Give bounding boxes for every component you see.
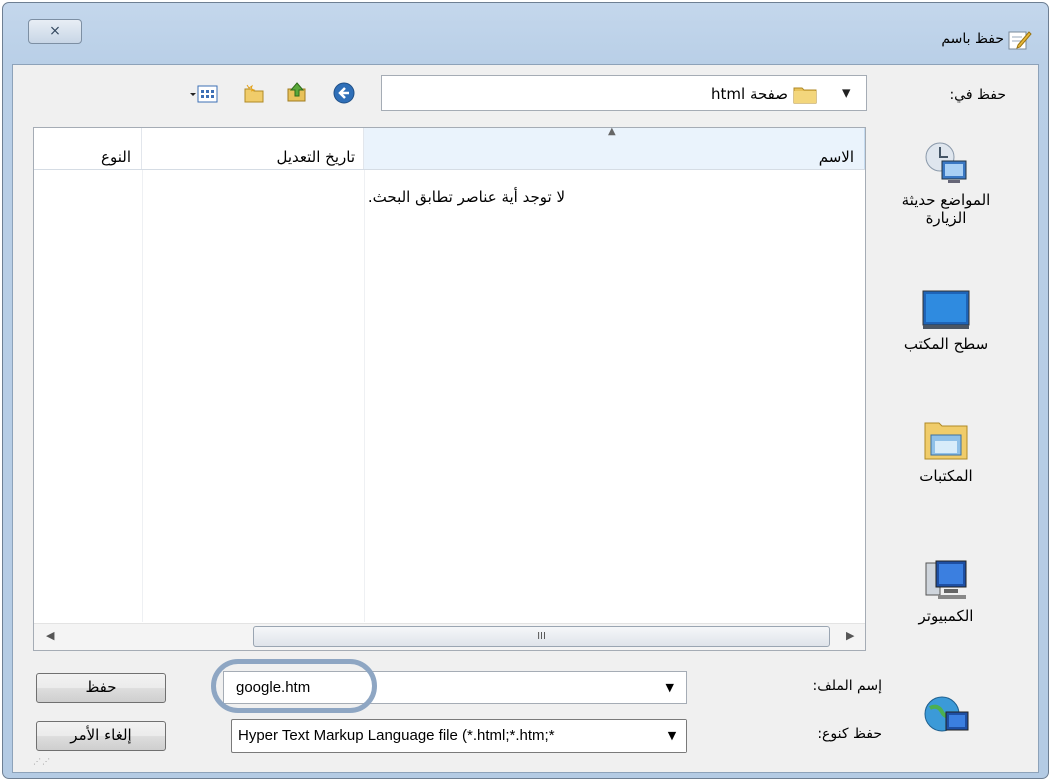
place-recent[interactable]: المواضع حديثة الزيارة: [887, 139, 1005, 227]
chevron-down-icon[interactable]: ▼: [842, 87, 850, 100]
column-divider: [142, 170, 143, 622]
scroll-left-icon[interactable]: ◀: [46, 629, 54, 642]
libraries-icon: [924, 422, 968, 460]
empty-message: لا توجد أية عناصر تطابق البحث.: [367, 188, 565, 206]
new-folder-icon[interactable]: [243, 83, 265, 105]
column-type-label: النوع: [101, 148, 131, 166]
file-name-label: إسم الملف:: [812, 678, 882, 694]
header-divider: [34, 169, 865, 170]
horizontal-scrollbar[interactable]: ◀ III ▶: [34, 623, 865, 650]
sort-ascending-icon: ▲: [608, 126, 616, 137]
chevron-down-icon[interactable]: ▼: [666, 681, 674, 694]
save-in-label: حفظ في:: [949, 87, 1006, 103]
dialog-title: حفظ باسم: [941, 31, 1004, 47]
up-folder-icon[interactable]: [286, 81, 308, 103]
place-libraries[interactable]: المكتبات: [887, 417, 1005, 485]
column-date-label: تاريخ التعديل: [276, 148, 355, 166]
column-header-name[interactable]: الاسم ▲: [364, 126, 865, 170]
places-bar: المواضع حديثة الزيارة سطح المكتب المكتبا…: [887, 127, 1005, 732]
file-name-value: google.htm: [236, 679, 311, 696]
resize-grip[interactable]: ⋰⋰: [33, 757, 51, 766]
file-list[interactable]: الاسم ▲ تاريخ التعديل النوع لا توجد أية …: [33, 126, 866, 651]
save-as-title-icon: [1008, 31, 1032, 50]
back-icon[interactable]: [333, 82, 355, 104]
place-libraries-label: المكتبات: [919, 467, 973, 485]
place-computer-label: الكمبيوتر: [918, 607, 974, 625]
scroll-thumb[interactable]: III: [253, 626, 830, 647]
column-header-type[interactable]: النوع: [34, 128, 142, 170]
place-network[interactable]: [887, 692, 1005, 742]
column-divider: [364, 170, 365, 622]
place-desktop[interactable]: سطح المكتب: [887, 287, 1005, 353]
save-button[interactable]: حفظ: [36, 673, 166, 703]
folder-icon: [793, 87, 817, 104]
file-name-input[interactable]: google.htm ▼: [223, 671, 687, 704]
column-header-date-modified[interactable]: تاريخ التعديل: [142, 128, 364, 170]
save-as-type-label: حفظ كنوع:: [817, 726, 882, 742]
column-name-label: الاسم: [818, 148, 854, 166]
save-as-type-select[interactable]: Hyper Text Markup Language file (*.html;…: [231, 719, 687, 753]
place-desktop-label: سطح المكتب: [903, 335, 989, 353]
save-in-combo[interactable]: ▼ صفحة html: [381, 75, 867, 111]
scroll-right-icon[interactable]: ▶: [846, 629, 854, 642]
save-in-value: صفحة html: [711, 85, 788, 103]
place-computer[interactable]: الكمبيوتر: [887, 557, 1005, 625]
chevron-down-icon[interactable]: ▼: [658, 720, 686, 752]
view-menu-icon[interactable]: [189, 83, 219, 105]
desktop-icon: [922, 290, 970, 329]
save-as-dialog: ⨯ حفظ باسم حفظ في: ▼ صفحة html المواضع ح…: [2, 2, 1049, 779]
cancel-button[interactable]: إلغاء الأمر: [36, 721, 166, 751]
close-button[interactable]: ⨯: [28, 19, 82, 44]
computer-icon: [925, 560, 967, 599]
network-icon: [924, 696, 969, 732]
recent-places-icon: [925, 142, 967, 183]
place-recent-label: المواضع حديثة الزيارة: [901, 191, 991, 227]
save-as-type-value: Hyper Text Markup Language file (*.html;…: [238, 727, 555, 744]
